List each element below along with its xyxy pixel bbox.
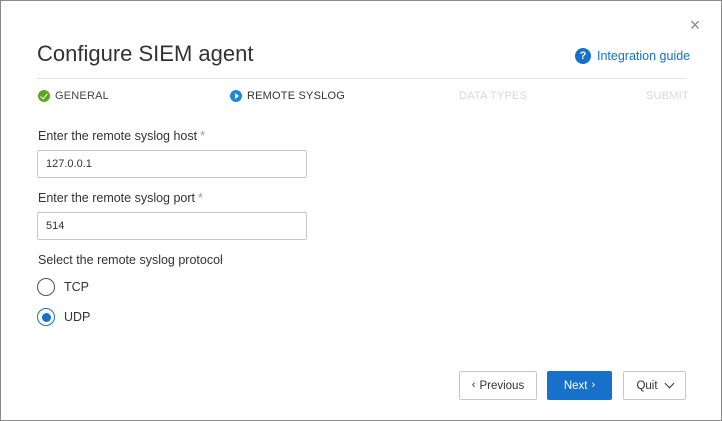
chevron-left-icon: ‹ xyxy=(471,379,476,391)
play-circle-icon xyxy=(230,90,242,102)
protocol-option-tcp[interactable]: TCP xyxy=(37,278,89,296)
host-label: Enter the remote syslog host * xyxy=(38,129,205,143)
step-label: SUBMIT xyxy=(646,90,689,102)
host-input[interactable] xyxy=(37,150,307,178)
radio-label-udp: UDP xyxy=(64,310,91,324)
protocol-option-udp[interactable]: UDP xyxy=(37,308,90,326)
check-circle-icon xyxy=(38,90,50,102)
dialog-title: Configure SIEM agent xyxy=(37,41,254,66)
step-label: REMOTE SYSLOG xyxy=(247,90,345,102)
radio-label-tcp: TCP xyxy=(64,280,89,294)
quit-button[interactable]: Quit xyxy=(623,371,686,400)
port-label: Enter the remote syslog port * xyxy=(38,191,203,205)
quit-label: Quit xyxy=(636,379,658,392)
host-label-text: Enter the remote syslog host xyxy=(38,129,198,143)
configure-siem-dialog: × Configure SIEM agent ? Integration gui… xyxy=(0,0,722,421)
required-mark: * xyxy=(198,191,203,205)
close-icon[interactable]: × xyxy=(687,16,703,34)
chevron-down-icon xyxy=(664,378,674,389)
port-input[interactable] xyxy=(37,212,307,240)
required-mark: * xyxy=(200,129,205,143)
help-circle-icon: ? xyxy=(575,48,591,64)
radio-tcp[interactable] xyxy=(37,278,55,296)
step-submit: SUBMIT xyxy=(646,90,689,102)
next-label: Next xyxy=(563,379,588,392)
header-divider xyxy=(37,78,686,79)
port-label-text: Enter the remote syslog port xyxy=(38,191,196,205)
step-general[interactable]: GENERAL xyxy=(38,90,109,102)
step-remote-syslog: REMOTE SYSLOG xyxy=(230,90,345,102)
step-label: DATA TYPES xyxy=(459,90,528,102)
step-data-types: DATA TYPES xyxy=(459,90,527,102)
previous-label: Previous xyxy=(479,379,525,392)
step-label: GENERAL xyxy=(55,90,109,102)
integration-guide-label: Integration guide xyxy=(597,49,691,63)
integration-guide-link[interactable]: ? Integration guide xyxy=(575,48,690,64)
chevron-right-icon: › xyxy=(591,379,596,391)
radio-udp[interactable] xyxy=(37,308,55,326)
previous-button[interactable]: ‹ Previous xyxy=(459,371,537,400)
next-button[interactable]: Next › xyxy=(547,371,612,400)
protocol-label: Select the remote syslog protocol xyxy=(38,253,223,267)
